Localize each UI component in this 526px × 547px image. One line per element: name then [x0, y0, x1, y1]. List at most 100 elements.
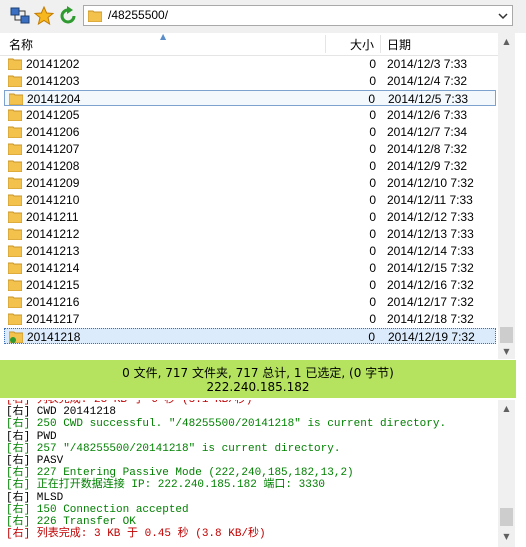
- log-panel: [右] 列表完成: 28 KB 于 6 秒 (5.1 KB/秒) [右] CWD …: [0, 400, 498, 547]
- list-item[interactable]: 20141211 0 2014/12/12 7:33: [4, 209, 496, 225]
- status-bar: 0 文件, 717 文件夹, 717 总计, 1 已选定, (0 字节) 222…: [0, 360, 516, 398]
- item-date: 2014/12/15 7:32: [387, 261, 474, 275]
- scroll-down-icon[interactable]: ▼: [500, 530, 513, 543]
- item-date: 2014/12/19 7:32: [388, 330, 475, 344]
- item-date: 2014/12/3 7:33: [387, 57, 468, 71]
- site-manager-icon[interactable]: [10, 6, 30, 26]
- folder-icon: [8, 143, 22, 155]
- item-size: 0: [369, 108, 376, 122]
- item-size: 0: [368, 330, 375, 344]
- folder-icon: [8, 177, 22, 189]
- item-size: 0: [369, 295, 376, 309]
- item-size: 0: [369, 176, 376, 190]
- list-item[interactable]: 20141207 0 2014/12/8 7:32: [4, 141, 496, 157]
- path-input[interactable]: /48255500/: [83, 5, 513, 26]
- item-name: 20141214: [26, 261, 80, 275]
- item-size: 0: [369, 261, 376, 275]
- item-size: 0: [369, 227, 376, 241]
- log-line: [右] PWD: [6, 430, 57, 443]
- folder-icon: [8, 58, 22, 70]
- scroll-thumb[interactable]: [500, 508, 513, 526]
- item-name: 20141216: [26, 295, 80, 309]
- list-scrollbar[interactable]: ▲ ▼: [498, 33, 515, 359]
- column-separator[interactable]: [325, 35, 326, 53]
- list-item[interactable]: 20141208 0 2014/12/9 7:32: [4, 158, 496, 174]
- item-name: 20141207: [26, 142, 80, 156]
- item-date: 2014/12/7 7:34: [387, 125, 468, 139]
- item-date: 2014/12/11 7:33: [387, 193, 473, 207]
- folder-icon: [8, 211, 22, 223]
- folder-icon: [88, 10, 102, 22]
- log-scrollbar[interactable]: ▲ ▼: [498, 400, 515, 547]
- star-icon[interactable]: [34, 6, 54, 26]
- folder-icon: [8, 313, 22, 325]
- item-date: 2014/12/6 7:33: [387, 108, 468, 122]
- item-date: 2014/12/9 7:32: [387, 159, 468, 173]
- list-item[interactable]: 20141209 0 2014/12/10 7:32: [4, 175, 496, 191]
- column-name[interactable]: 名称: [9, 36, 33, 53]
- folder-icon: [8, 296, 22, 308]
- folder-icon: [8, 75, 22, 87]
- item-size: 0: [369, 125, 376, 139]
- log-line: [右] 150 Connection accepted: [6, 503, 189, 516]
- item-size: 0: [369, 193, 376, 207]
- list-item[interactable]: 20141216 0 2014/12/17 7:32: [4, 294, 496, 310]
- folder-icon: [8, 228, 22, 240]
- list-item[interactable]: 20141206 0 2014/12/7 7:34: [4, 124, 496, 140]
- item-date: 2014/12/13 7:33: [387, 227, 474, 241]
- item-name: 20141205: [26, 108, 80, 122]
- item-size: 0: [369, 57, 376, 71]
- folder-icon: [9, 93, 23, 105]
- list-item[interactable]: 20141210 0 2014/12/11 7:33: [4, 192, 496, 208]
- log-line: [右] 250 CWD successful. "/48255500/20141…: [6, 418, 447, 431]
- list-item[interactable]: 20141218 0 2014/12/19 7:32: [4, 328, 496, 344]
- item-name: 20141209: [26, 176, 80, 190]
- item-size: 0: [368, 92, 375, 106]
- item-name: 20141202: [26, 57, 80, 71]
- log-line: [右] CWD 20141218: [6, 406, 117, 419]
- item-name: 20141208: [26, 159, 80, 173]
- list-item[interactable]: 20141217 0 2014/12/18 7:32: [4, 311, 496, 327]
- item-name: 20141217: [26, 312, 80, 326]
- item-date: 2014/12/16 7:32: [387, 278, 474, 292]
- status-ip: 222.240.185.182: [206, 380, 310, 394]
- list-item[interactable]: 20141215 0 2014/12/16 7:32: [4, 277, 496, 293]
- item-size: 0: [369, 142, 376, 156]
- list-item[interactable]: 20141212 0 2014/12/13 7:33: [4, 226, 496, 242]
- list-item[interactable]: 20141202 0 2014/12/3 7:33: [4, 56, 496, 72]
- folder-icon: [9, 331, 23, 343]
- item-date: 2014/12/12 7:33: [387, 210, 474, 224]
- list-item[interactable]: 20141214 0 2014/12/15 7:32: [4, 260, 496, 276]
- list-item[interactable]: 20141204 0 2014/12/5 7:33: [4, 90, 496, 106]
- scroll-up-icon[interactable]: ▲: [500, 35, 513, 48]
- log-line: [右] 257 "/48255500/20141218" is current …: [6, 442, 341, 455]
- item-size: 0: [369, 159, 376, 173]
- column-size[interactable]: 大小: [350, 36, 374, 53]
- item-date: 2014/12/10 7:32: [387, 176, 474, 190]
- column-separator[interactable]: [380, 35, 381, 53]
- list-item[interactable]: 20141213 0 2014/12/14 7:33: [4, 243, 496, 259]
- scroll-down-icon[interactable]: ▼: [500, 345, 513, 358]
- chevron-down-icon[interactable]: [496, 8, 510, 23]
- list-item[interactable]: 20141203 0 2014/12/4 7:32: [4, 73, 496, 89]
- item-name: 20141204: [27, 92, 81, 106]
- item-size: 0: [369, 244, 376, 258]
- item-date: 2014/12/4 7:32: [387, 74, 468, 88]
- item-name: 20141210: [26, 193, 80, 207]
- scroll-thumb[interactable]: [500, 327, 513, 343]
- list-item[interactable]: 20141205 0 2014/12/6 7:33: [4, 107, 496, 123]
- item-name: 20141212: [26, 227, 80, 241]
- log-line: [右] 正在打开数据连接 IP: 222.240.185.182 端口: 333…: [6, 479, 326, 492]
- scroll-up-icon[interactable]: ▲: [500, 402, 513, 415]
- folder-icon: [8, 194, 22, 206]
- folder-icon: [8, 126, 22, 138]
- column-date[interactable]: 日期: [387, 36, 411, 53]
- item-size: 0: [369, 74, 376, 88]
- status-summary: 0 文件, 717 文件夹, 717 总计, 1 已选定, (0 字节): [122, 366, 394, 380]
- folder-icon: [8, 109, 22, 121]
- log-line: [右] 227 Entering Passive Mode (222,240,1…: [6, 467, 354, 480]
- refresh-icon[interactable]: [58, 6, 78, 26]
- item-name: 20141206: [26, 125, 80, 139]
- item-date: 2014/12/17 7:32: [387, 295, 474, 309]
- item-name: 20141215: [26, 278, 80, 292]
